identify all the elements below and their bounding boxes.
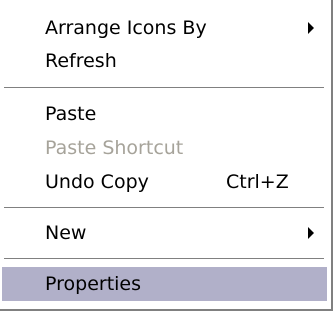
menu-item-label: Arrange Icons By (45, 17, 207, 39)
menu-item-label: Undo Copy (45, 171, 149, 193)
desktop-context-menu: Arrange Icons By Refresh Paste Paste Sho… (0, 0, 333, 311)
menu-separator (4, 207, 324, 209)
chevron-right-icon (308, 227, 314, 239)
menu-item-label: Paste Shortcut (45, 137, 184, 159)
menu-separator (4, 87, 324, 89)
menu-item-new[interactable]: New (0, 216, 328, 250)
menu-item-paste[interactable]: Paste (0, 97, 328, 131)
menu-item-properties[interactable]: Properties (2, 267, 327, 301)
menu-item-label: Properties (45, 273, 142, 295)
menu-item-label: Refresh (45, 50, 117, 72)
menu-item-label: New (45, 222, 87, 244)
chevron-right-icon (308, 22, 314, 34)
menu-item-refresh[interactable]: Refresh (0, 44, 328, 78)
menu-item-paste-shortcut[interactable]: Paste Shortcut (0, 131, 328, 165)
menu-item-undo-copy[interactable]: Undo Copy Ctrl+Z (0, 165, 328, 199)
menu-separator (4, 258, 324, 260)
menu-item-shortcut: Ctrl+Z (226, 171, 289, 193)
menu-item-arrange-icons-by[interactable]: Arrange Icons By (0, 11, 328, 45)
menu-item-label: Paste (45, 103, 97, 125)
